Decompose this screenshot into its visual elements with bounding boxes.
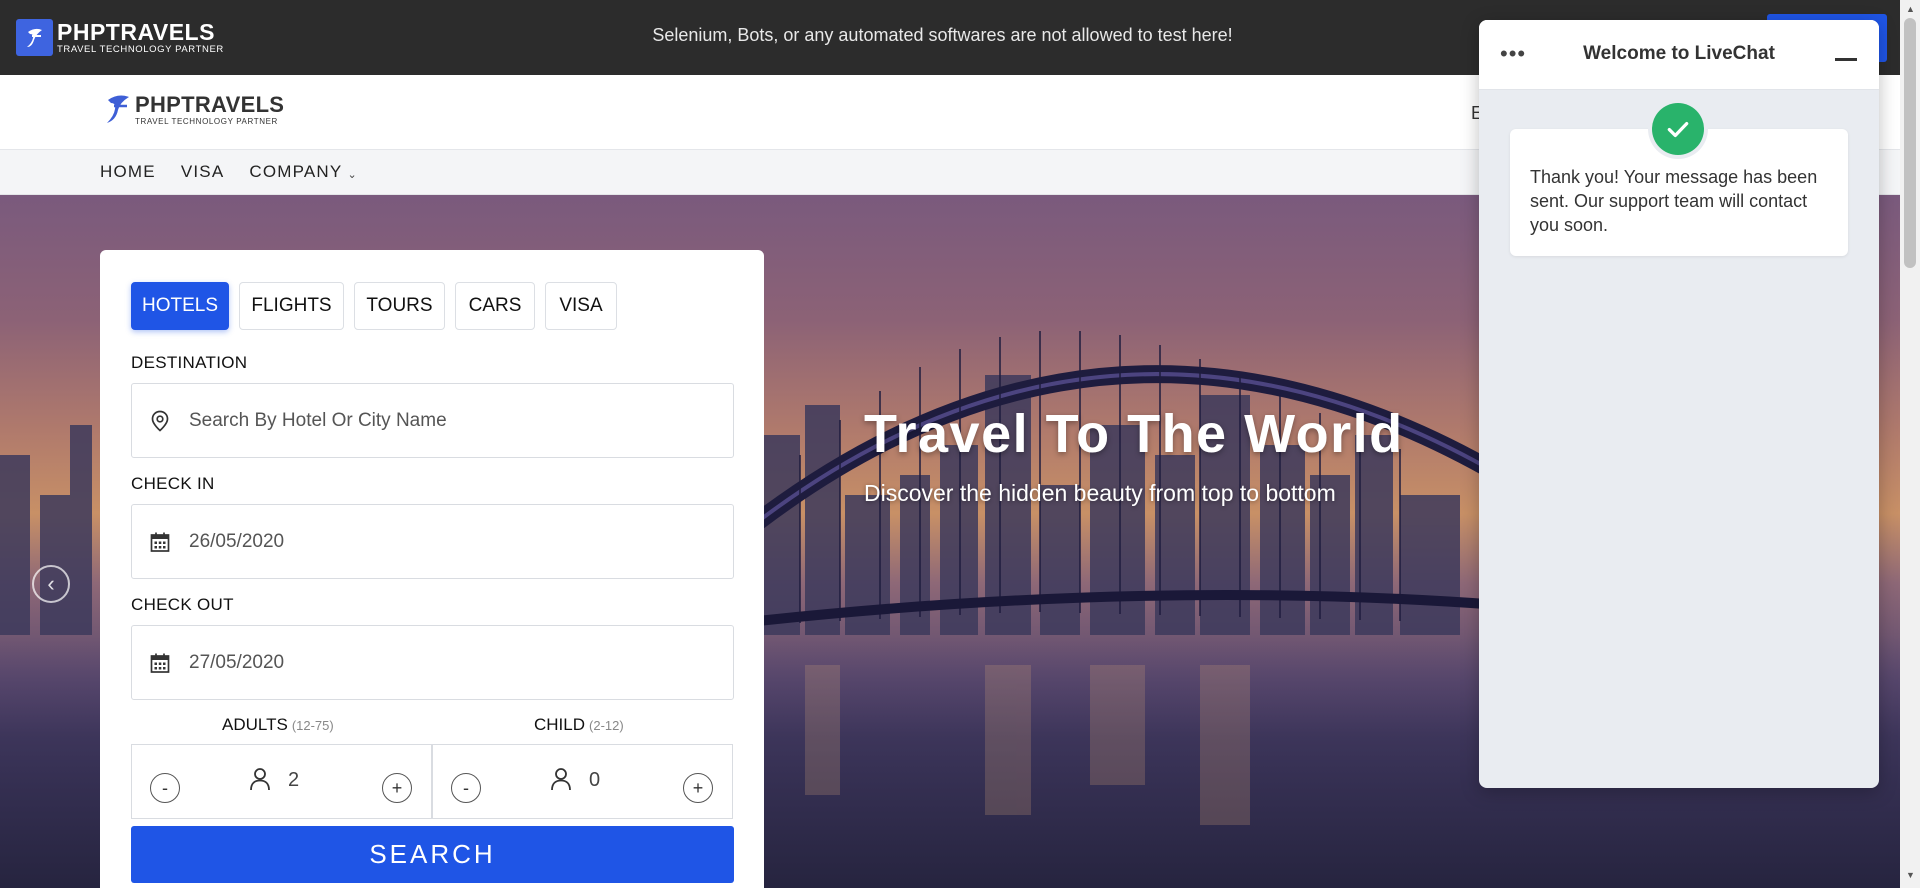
topbar-tagline: TRAVEL TECHNOLOGY PARTNER xyxy=(57,43,224,55)
checkin-input[interactable]: 26/05/2020 xyxy=(131,504,734,579)
header-brand: PHPTRAVELS xyxy=(135,92,285,117)
tab-visa[interactable]: VISA xyxy=(545,282,617,330)
adults-label-text: ADULTS xyxy=(222,715,288,734)
check-icon xyxy=(1652,103,1704,155)
header-logo[interactable]: PHPTRAVELS TRAVEL TECHNOLOGY PARTNER xyxy=(103,92,284,128)
destination-label: DESTINATION xyxy=(131,353,248,372)
calendar-icon xyxy=(150,532,170,552)
checkout-label: CHECK OUT xyxy=(131,595,234,614)
tab-tours[interactable]: TOURS xyxy=(354,282,445,330)
adults-decrement-button[interactable]: - xyxy=(150,773,180,803)
checkin-label: CHECK IN xyxy=(131,474,215,493)
child-label-text: CHILD xyxy=(534,715,586,734)
minimize-icon[interactable] xyxy=(1835,58,1857,61)
livechat-message: Thank you! Your message has been sent. O… xyxy=(1530,167,1818,235)
adults-stepper: - 2 + xyxy=(131,744,432,819)
tab-hotels[interactable]: HOTELS xyxy=(131,282,229,330)
child-decrement-button[interactable]: - xyxy=(451,773,481,803)
calendar-icon xyxy=(150,653,170,673)
checkin-value: 26/05/2020 xyxy=(189,530,285,552)
nav-company-label: COMPANY xyxy=(249,162,343,181)
adults-increment-button[interactable]: + xyxy=(382,773,412,803)
child-range: (2-12) xyxy=(589,718,624,733)
livechat-widget: ••• Welcome to LiveChat Thank you! Your … xyxy=(1479,20,1879,788)
nav-home[interactable]: HOME xyxy=(100,162,156,182)
hero-subtitle: Discover the hidden beauty from top to b… xyxy=(864,480,1336,506)
nav-company[interactable]: COMPANY ⌄ xyxy=(249,162,358,182)
tab-cars[interactable]: CARS xyxy=(455,282,535,330)
tab-flights[interactable]: FLIGHTS xyxy=(239,282,344,330)
header-tagline: TRAVEL TECHNOLOGY PARTNER xyxy=(135,117,278,126)
person-icon xyxy=(551,768,571,791)
checkout-input[interactable]: 27/05/2020 xyxy=(131,625,734,700)
nav-visa[interactable]: VISA xyxy=(181,162,225,182)
search-panel: HOTELS FLIGHTS TOURS CARS VISA DESTINATI… xyxy=(100,250,764,888)
scroll-down-arrow-icon[interactable]: ▼ xyxy=(1906,870,1915,880)
destination-placeholder: Search By Hotel Or City Name xyxy=(189,409,447,431)
livechat-header: ••• Welcome to LiveChat xyxy=(1479,20,1879,90)
person-icon xyxy=(250,768,270,791)
chevron-left-icon[interactable]: ‹ xyxy=(32,565,70,603)
child-label: CHILD (2-12) xyxy=(534,715,624,735)
adults-count[interactable]: 2 xyxy=(288,769,299,792)
chevron-down-icon: ⌄ xyxy=(347,168,358,181)
adults-label: ADULTS (12-75) xyxy=(222,715,334,735)
search-tabs: HOTELS FLIGHTS TOURS CARS VISA xyxy=(131,282,627,330)
destination-input[interactable]: Search By Hotel Or City Name xyxy=(131,383,734,458)
page-scrollbar[interactable]: ▲ ▼ xyxy=(1900,0,1920,888)
logo-icon xyxy=(107,95,129,123)
adults-range: (12-75) xyxy=(291,718,334,733)
child-stepper: - 0 + xyxy=(432,744,733,819)
scroll-up-arrow-icon[interactable]: ▲ xyxy=(1906,4,1915,14)
child-increment-button[interactable]: + xyxy=(683,773,713,803)
location-pin-icon xyxy=(151,410,169,432)
scrollbar-thumb[interactable] xyxy=(1904,18,1916,268)
livechat-title: Welcome to LiveChat xyxy=(1583,43,1775,64)
search-button[interactable]: SEARCH xyxy=(131,826,734,883)
checkout-value: 27/05/2020 xyxy=(189,651,285,673)
nav-home-label: HOME xyxy=(100,162,156,181)
hero-title: Travel To The World xyxy=(864,404,1404,464)
child-count[interactable]: 0 xyxy=(589,769,600,792)
nav-visa-label: VISA xyxy=(180,162,225,181)
